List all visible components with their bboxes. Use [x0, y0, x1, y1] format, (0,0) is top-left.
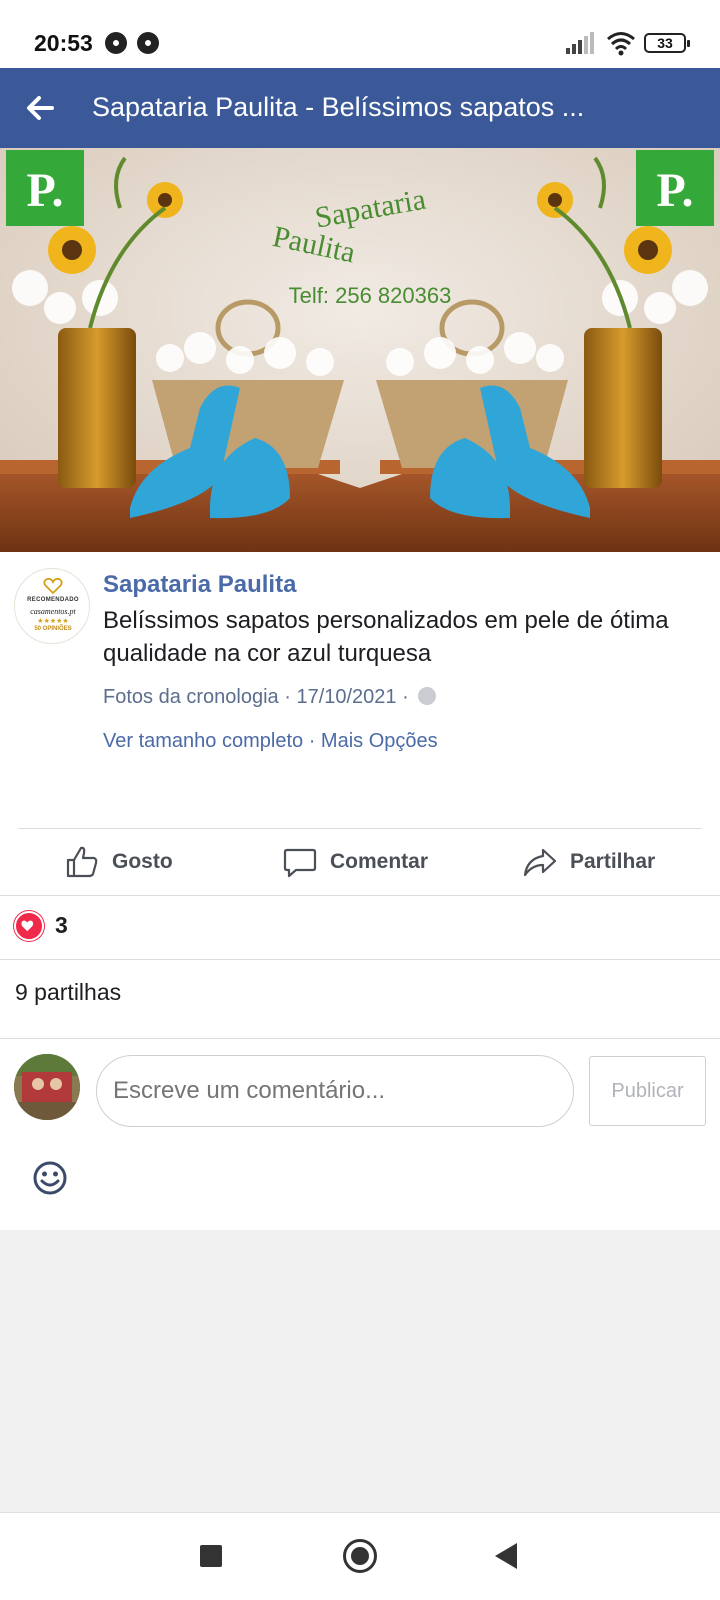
meta-separator: · — [402, 686, 415, 708]
meta-separator: · — [284, 686, 297, 708]
comment-input[interactable] — [96, 1055, 574, 1127]
reaction-count: 3 — [55, 912, 68, 938]
more-options-link[interactable]: Mais Opções — [321, 730, 438, 752]
post-photo[interactable]: P. P. Sapataria Paulita Telf: 256 820363 — [0, 148, 720, 552]
badge-site: casamentos.pt — [30, 607, 76, 616]
post-caption: Belíssimos sapatos personalizados em pel… — [103, 607, 669, 667]
view-full-size-link[interactable]: Ver tamanho completo — [103, 730, 303, 752]
system-nav-bar — [0, 1512, 720, 1600]
like-label: Gosto — [112, 850, 173, 873]
signal-icon — [566, 32, 596, 54]
thumbs-up-icon — [66, 846, 98, 878]
back-arrow-icon[interactable] — [20, 88, 60, 128]
phone-text: Telf: 256 820363 — [289, 283, 452, 308]
options-separator: · — [308, 730, 321, 752]
battery-icon: 33 — [644, 33, 690, 53]
comment-icon — [283, 848, 317, 878]
publish-button[interactable]: Publicar — [589, 1056, 706, 1126]
empty-area — [0, 1230, 720, 1512]
comment-button[interactable]: Comentar — [282, 829, 428, 895]
casamentos-badge[interactable]: RECOMENDADO casamentos.pt ★★★★★ 50 OPINI… — [14, 568, 90, 644]
page-title: Sapataria Paulita - Belíssimos sapatos .… — [92, 92, 585, 122]
post-card: RECOMENDADO casamentos.pt ★★★★★ 50 OPINI… — [0, 552, 720, 1230]
emoji-icon[interactable] — [32, 1160, 68, 1196]
reactions-row[interactable]: 3 — [0, 895, 720, 959]
post-options: Ver tamanho completo · Mais Opções — [103, 730, 438, 753]
comment-label: Comentar — [330, 850, 429, 873]
recents-button[interactable] — [200, 1545, 222, 1567]
share-button[interactable]: Partilhar — [522, 829, 655, 895]
badge-opinions: 50 OPINIÕES — [34, 626, 72, 632]
photo-illustration: P. P. Sapataria Paulita Telf: 256 820363 — [0, 148, 720, 552]
home-button[interactable] — [343, 1539, 377, 1573]
logo-text-right: P. — [657, 164, 694, 217]
love-reaction-icon — [14, 911, 44, 941]
chrome-icon — [137, 32, 159, 54]
wifi-icon — [607, 32, 635, 56]
divider — [0, 1038, 720, 1039]
globe-icon — [418, 687, 437, 705]
shares-count[interactable]: 9 partilhas — [15, 979, 121, 1006]
status-bar: 20:53 33 — [0, 0, 720, 68]
post-meta: Fotos da cronologia · 17/10/2021 · — [103, 686, 437, 709]
post-author[interactable]: Sapataria Paulita — [103, 571, 296, 599]
badge-stars: ★★★★★ — [37, 618, 69, 625]
badge-recommended: RECOMENDADO — [27, 597, 79, 603]
like-button[interactable]: Gosto — [64, 829, 173, 895]
album-link[interactable]: Fotos da cronologia — [103, 686, 279, 708]
app-header: Sapataria Paulita - Belíssimos sapatos .… — [0, 68, 720, 148]
chrome-icon — [105, 32, 127, 54]
divider — [0, 959, 720, 960]
heart-outline-icon — [43, 577, 63, 595]
avatar — [14, 1054, 80, 1120]
share-label: Partilhar — [570, 850, 656, 873]
status-time: 20:53 — [34, 30, 93, 56]
back-button[interactable] — [495, 1543, 517, 1569]
action-bar: Gosto Comentar Partilhar — [0, 829, 720, 895]
logo-text-left: P. — [27, 164, 64, 217]
post-date: 17/10/2021 — [296, 686, 397, 708]
share-arrow-icon — [523, 848, 557, 877]
